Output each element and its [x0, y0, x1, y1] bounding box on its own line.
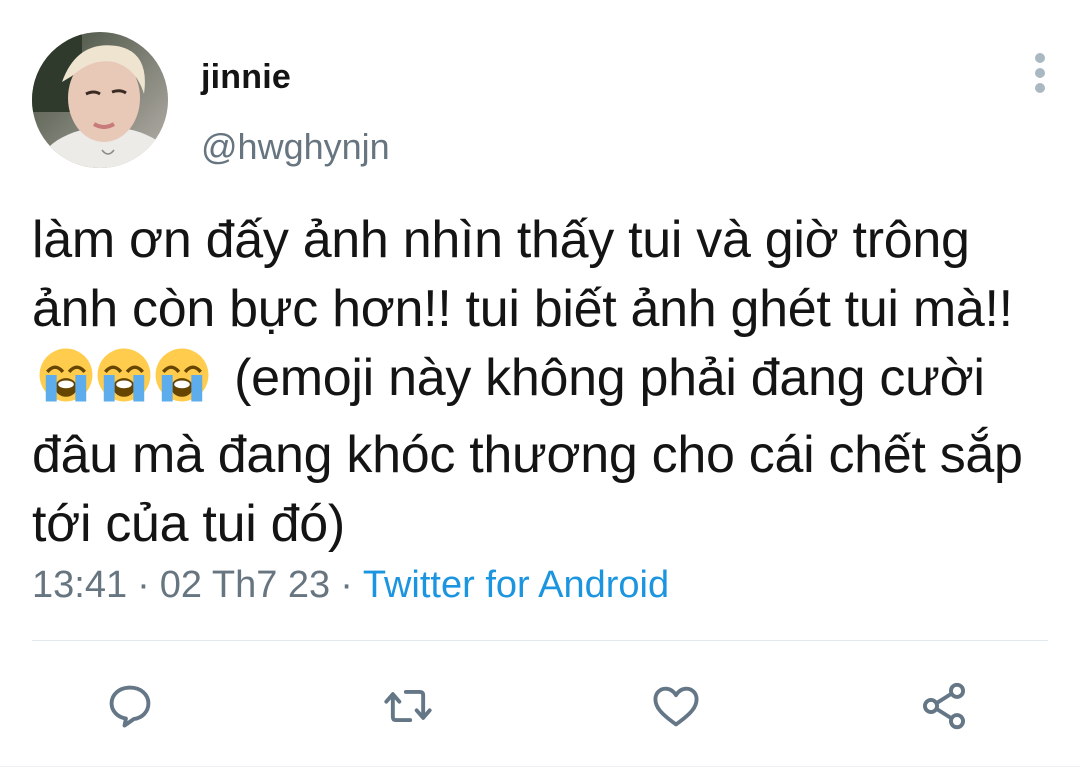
- loudly-crying-face-icon: [155, 348, 209, 402]
- reply-button[interactable]: [104, 680, 156, 732]
- avatar-image: [32, 32, 168, 168]
- tweet-time[interactable]: 13:41: [32, 564, 127, 606]
- share-icon: [922, 682, 966, 730]
- heart-icon: [653, 686, 699, 727]
- meta-separator: ·: [340, 564, 353, 606]
- divider: [32, 640, 1048, 641]
- reply-icon: [109, 685, 151, 728]
- retweet-button[interactable]: [382, 680, 434, 732]
- bottom-divider: [0, 766, 1080, 767]
- emoji-group: [38, 347, 212, 421]
- tweet-card: jinnie @hwghynjn làm ơn đấy ảnh nhìn thấ…: [0, 0, 1080, 769]
- share-button[interactable]: [918, 680, 970, 732]
- retweet-icon: [384, 689, 432, 723]
- like-button[interactable]: [650, 680, 702, 732]
- tweet-text-part-1: làm ơn đấy ảnh nhìn thấy tui và giờ trôn…: [32, 211, 1013, 338]
- loudly-crying-face-icon: [39, 348, 93, 402]
- avatar[interactable]: [32, 32, 168, 168]
- more-options-icon[interactable]: [1022, 50, 1058, 96]
- display-name[interactable]: jinnie: [201, 58, 291, 97]
- meta-separator: ·: [137, 564, 150, 606]
- user-handle[interactable]: @hwghynjn: [201, 126, 390, 168]
- tweet-text: làm ơn đấy ảnh nhìn thấy tui và giờ trôn…: [32, 206, 1052, 559]
- tweet-meta: 13:41 · 02 Th7 23 · Twitter for Android: [32, 564, 669, 607]
- tweet-date[interactable]: 02 Th7 23: [160, 564, 330, 606]
- loudly-crying-face-icon: [97, 348, 151, 402]
- tweet-source-link[interactable]: Twitter for Android: [363, 564, 669, 606]
